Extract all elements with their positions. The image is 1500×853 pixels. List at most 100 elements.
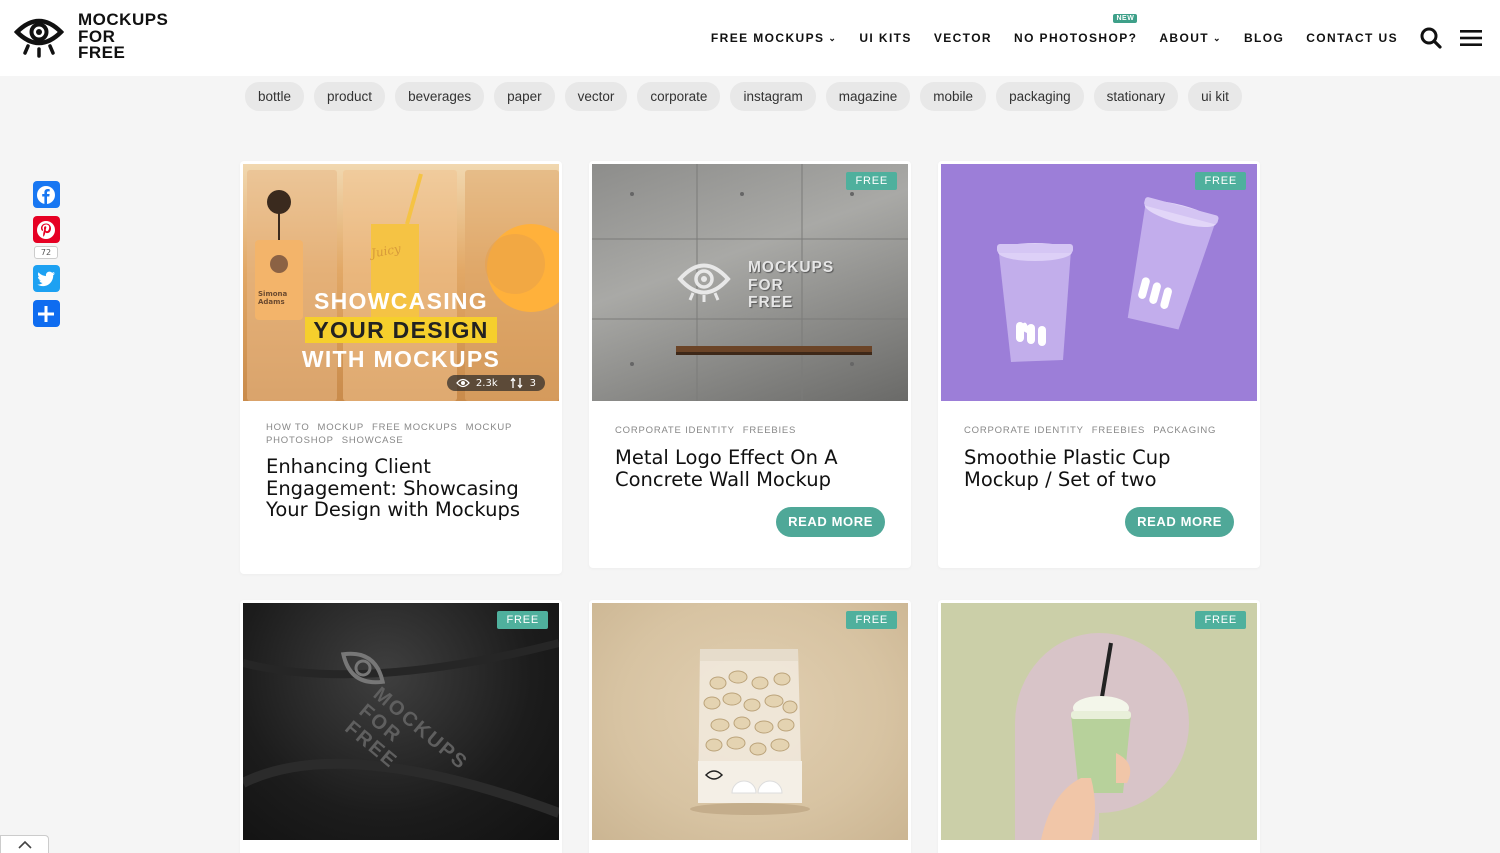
tag-pill[interactable]: product <box>314 82 386 111</box>
tag-pill[interactable]: instagram <box>730 82 816 111</box>
tag-pill[interactable]: corporate <box>637 82 721 111</box>
new-badge: NEW <box>1113 14 1138 23</box>
category-link[interactable]: SHOWCASE <box>342 435 404 446</box>
read-more-button[interactable]: READ MORE <box>776 507 885 537</box>
nav-label: UI KITS <box>859 31 912 45</box>
chevron-down-icon: ⌄ <box>1213 32 1222 43</box>
post-categories: HOW TO MOCKUP FREE MOCKUPS MOCKUP PHOTOSHOP S… <box>266 421 546 447</box>
post-card[interactable]: SHOWCASING YOUR DESIGN WITH MOCKUPS Juic… <box>240 161 562 574</box>
post-thumbnail[interactable]: FREE <box>941 603 1257 840</box>
chevron-down-icon: ⌄ <box>828 32 838 43</box>
share-count: 3 <box>529 377 536 389</box>
tag-pill[interactable]: packaging <box>996 82 1084 111</box>
nav-free-mockups[interactable]: FREE MOCKUPS ⌄ <box>711 31 837 45</box>
post-thumbnail[interactable]: FREE <box>941 164 1257 401</box>
post-thumbnail[interactable]: MOCKUPS FOR FREE FREE <box>592 164 908 401</box>
badge-name-line: Simona <box>258 290 288 298</box>
tag-pill[interactable]: ui kit <box>1188 82 1242 111</box>
tag-pill[interactable]: magazine <box>825 82 911 111</box>
free-badge: FREE <box>497 611 548 629</box>
menu-button[interactable] <box>1460 29 1482 47</box>
nav-label: CONTACT US <box>1306 31 1398 45</box>
pistachio-bag-illustration <box>690 649 810 815</box>
tag-pill[interactable]: mobile <box>920 82 987 111</box>
menu-icon <box>1460 30 1482 46</box>
free-badge: FREE <box>1195 611 1246 629</box>
post-stats: 2.3k 3 <box>446 375 545 391</box>
nav-contact-us[interactable]: CONTACT US <box>1306 31 1398 45</box>
headline-highlight-text: YOUR DESIGN <box>305 317 497 343</box>
nav-label: VECTOR <box>933 31 992 45</box>
search-icon <box>1420 27 1442 49</box>
post-card[interactable]: FREE CORPORATE IDENTITY FREEBIES PACKAGING… <box>938 161 1260 568</box>
category-link[interactable]: HOW TO <box>266 422 310 433</box>
tag-bar: bottle product beverages paper vector co… <box>245 82 1242 111</box>
tag-pill[interactable]: bottle <box>245 82 305 111</box>
nav-label: NO PHOTOSHOP? <box>1014 31 1138 45</box>
category-link[interactable]: FREEBIES <box>1092 425 1145 436</box>
free-badge: FREE <box>846 611 897 629</box>
tag-pill[interactable]: stationary <box>1093 82 1179 111</box>
nav-about[interactable]: ABOUT ⌄ <box>1159 31 1222 45</box>
free-badge: FREE <box>1195 172 1246 190</box>
thumbnail-headline: SHOWCASING YOUR DESIGN WITH MOCKUPS <box>243 287 559 374</box>
wall-logo-line: FOR <box>748 276 784 294</box>
category-link[interactable]: FREE MOCKUPS <box>372 422 458 433</box>
headline-line: WITH MOCKUPS <box>301 346 501 372</box>
milkshake-illustration <box>1015 633 1189 840</box>
nav-label: BLOG <box>1243 31 1285 45</box>
pinterest-share-count: 72 <box>33 246 59 259</box>
wall-logo-line: MOCKUPS <box>748 259 835 276</box>
post-card[interactable]: MOCKUPS FOR FREE FREE <box>240 600 562 853</box>
post-categories: CORPORATE IDENTITY FREEBIES PACKAGING <box>964 424 1224 437</box>
view-count: 2.3k <box>475 377 498 389</box>
facebook-share-button[interactable] <box>32 181 60 208</box>
tag-pill[interactable]: beverages <box>395 82 485 111</box>
main-nav: FREE MOCKUPS ⌄ UI KITS VECTOR NEW NO PHOTO… <box>711 0 1500 76</box>
badge-name: Simona Adams <box>258 290 287 306</box>
facebook-icon <box>37 185 55 204</box>
more-share-button[interactable] <box>32 300 60 327</box>
logo-line: FREE <box>78 43 126 62</box>
post-thumbnail[interactable]: FREE <box>592 603 908 840</box>
post-categories: CORPORATE IDENTITY FREEBIES <box>615 424 804 437</box>
category-link[interactable]: MOCKUP <box>318 422 365 433</box>
nav-label: FREE MOCKUPS <box>710 31 825 45</box>
share-arrows-icon <box>510 377 523 389</box>
pinterest-share-button[interactable] <box>32 216 60 243</box>
read-more-button[interactable]: READ MORE <box>1125 507 1234 537</box>
category-link[interactable]: PACKAGING <box>1153 425 1216 436</box>
tag-pill[interactable]: vector <box>564 82 628 111</box>
eye-logo-icon <box>14 18 64 58</box>
eye-icon <box>456 378 470 388</box>
site-logo[interactable]: MOCKUPS FOR FREE <box>14 11 168 62</box>
nav-no-photoshop[interactable]: NEW NO PHOTOSHOP? <box>1014 14 1138 45</box>
twitter-share-button[interactable] <box>32 265 60 292</box>
post-thumbnail[interactable]: MOCKUPS FOR FREE FREE <box>243 603 559 840</box>
wall-logo-text: MOCKUPS FOR FREE <box>748 259 834 312</box>
search-button[interactable] <box>1420 27 1442 49</box>
site-header: MOCKUPS FOR FREE FREE MOCKUPS ⌄ UI KITS V… <box>0 0 1500 76</box>
post-thumbnail[interactable]: SHOWCASING YOUR DESIGN WITH MOCKUPS Juic… <box>243 164 559 401</box>
post-card[interactable]: FREE <box>938 600 1260 853</box>
nav-ui-kits[interactable]: UI KITS <box>859 31 911 45</box>
twitter-icon <box>37 271 55 286</box>
smoothie-cups-illustration <box>997 197 1219 362</box>
nav-vector[interactable]: VECTOR <box>934 31 992 45</box>
category-link[interactable]: PHOTOSHOP <box>266 435 334 446</box>
share-plus-icon <box>38 305 54 322</box>
free-badge: FREE <box>846 172 897 190</box>
headline-line-highlight: YOUR DESIGN <box>243 316 559 345</box>
post-title[interactable]: Smoothie Plastic Cup Mockup / Set of two <box>964 447 1239 491</box>
category-link[interactable]: MOCKUP <box>466 422 513 433</box>
category-link[interactable]: CORPORATE IDENTITY <box>615 425 735 436</box>
post-card[interactable]: FREE <box>589 600 911 853</box>
nav-blog[interactable]: BLOG <box>1244 31 1284 45</box>
tag-pill[interactable]: paper <box>494 82 555 111</box>
scroll-to-top-button[interactable] <box>0 835 49 853</box>
post-card[interactable]: MOCKUPS FOR FREE FREE CORPORATE IDENTITY… <box>589 161 911 568</box>
post-title[interactable]: Enhancing Client Engagement: Showcasing … <box>266 456 541 521</box>
category-link[interactable]: CORPORATE IDENTITY <box>964 425 1084 436</box>
post-title[interactable]: Metal Logo Effect On A Concrete Wall Moc… <box>615 447 890 491</box>
category-link[interactable]: FREEBIES <box>743 425 796 436</box>
